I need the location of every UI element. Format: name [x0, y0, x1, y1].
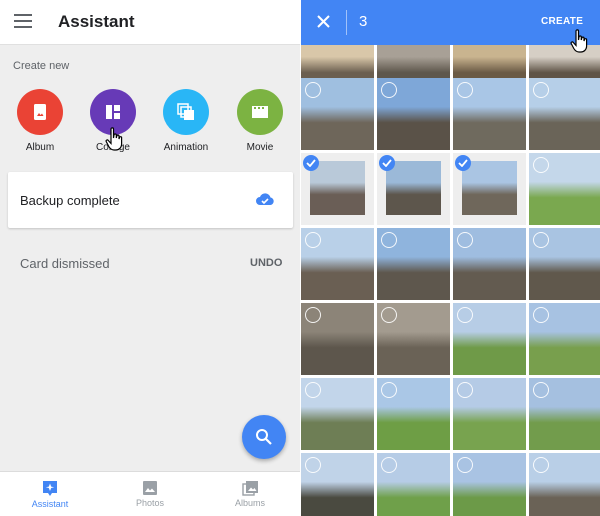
unchecked-circle-icon[interactable] — [533, 82, 549, 98]
unchecked-circle-icon[interactable] — [457, 307, 473, 323]
unchecked-circle-icon[interactable] — [305, 457, 321, 473]
unchecked-circle-icon[interactable] — [381, 232, 397, 248]
album-icon — [17, 89, 63, 135]
assistant-icon — [43, 481, 57, 496]
photo-thumbnail[interactable] — [301, 153, 374, 225]
photo-image — [310, 161, 365, 215]
unchecked-circle-icon[interactable] — [381, 457, 397, 473]
photo-thumbnail[interactable] — [377, 378, 450, 450]
photo-thumbnail[interactable] — [453, 228, 526, 300]
unchecked-circle-icon[interactable] — [533, 157, 549, 173]
nav-albums-label: Albums — [234, 498, 265, 508]
photo-thumbnail[interactable] — [529, 378, 600, 450]
checked-circle-icon[interactable] — [455, 155, 471, 171]
unchecked-circle-icon[interactable] — [381, 307, 397, 323]
cloud-done-icon — [256, 193, 274, 205]
photos-icon — [143, 481, 157, 495]
photo-thumbnail[interactable] — [301, 78, 374, 150]
photo-thumbnail[interactable] — [529, 453, 600, 516]
backup-card[interactable]: Backup complete — [8, 172, 293, 228]
photo-thumbnail[interactable] — [529, 303, 600, 375]
unchecked-circle-icon[interactable] — [305, 82, 321, 98]
unchecked-circle-icon[interactable] — [305, 307, 321, 323]
create-new-label: Create new — [13, 60, 70, 72]
unchecked-circle-icon[interactable] — [305, 232, 321, 248]
unchecked-circle-icon[interactable] — [533, 307, 549, 323]
photo-image — [462, 161, 517, 215]
unchecked-circle-icon[interactable] — [457, 382, 473, 398]
unchecked-circle-icon[interactable] — [533, 457, 549, 473]
menu-icon[interactable] — [14, 14, 32, 28]
unchecked-circle-icon[interactable] — [533, 232, 549, 248]
photo-thumbnail[interactable] — [377, 453, 450, 516]
create-album-button[interactable]: Album — [10, 89, 70, 153]
unchecked-circle-icon[interactable] — [381, 382, 397, 398]
page-title: Assistant — [58, 12, 135, 31]
create-animation-label: Animation — [163, 142, 209, 153]
create-movie-label: Movie — [246, 142, 274, 153]
photo-thumbnail[interactable] — [453, 378, 526, 450]
photo-thumbnail[interactable] — [377, 153, 450, 225]
assistant-panel: Assistant Create new Album Collage Anima… — [0, 0, 300, 516]
create-collage-label: Collage — [96, 142, 130, 153]
unchecked-circle-icon[interactable] — [381, 82, 397, 98]
collage-icon — [90, 89, 136, 135]
search-button[interactable] — [242, 415, 286, 459]
selected-count: 3 — [359, 13, 368, 30]
undo-button[interactable]: UNDO — [250, 257, 282, 269]
photo-thumbnail[interactable] — [377, 228, 450, 300]
create-collage-button[interactable]: Collage — [83, 89, 143, 153]
photo-thumbnail[interactable] — [529, 78, 600, 150]
photo-thumbnail[interactable] — [529, 153, 600, 225]
close-icon[interactable] — [317, 15, 330, 28]
photo-thumbnail[interactable] — [301, 453, 374, 516]
unchecked-circle-icon[interactable] — [457, 82, 473, 98]
photo-thumbnail[interactable] — [453, 78, 526, 150]
app-bar: Assistant — [0, 0, 300, 45]
selection-bar: 3 CREATE — [301, 0, 600, 45]
checked-circle-icon[interactable] — [379, 155, 395, 171]
unchecked-circle-icon[interactable] — [457, 232, 473, 248]
unchecked-circle-icon[interactable] — [457, 457, 473, 473]
selection-divider — [346, 10, 347, 35]
photo-image — [386, 161, 441, 215]
photo-thumbnail[interactable] — [377, 303, 450, 375]
unchecked-circle-icon[interactable] — [305, 382, 321, 398]
create-button[interactable]: CREATE — [541, 16, 583, 27]
checked-circle-icon[interactable] — [303, 155, 319, 171]
create-animation-button[interactable]: Animation — [156, 89, 216, 153]
photo-thumbnail[interactable] — [377, 78, 450, 150]
nav-photos[interactable]: Photos — [100, 472, 200, 516]
nav-assistant[interactable]: Assistant — [0, 472, 100, 516]
photo-thumbnail[interactable] — [529, 228, 600, 300]
card-dismissed-text: Card dismissed — [20, 256, 110, 271]
photo-picker-panel: 3 CREATE — [301, 0, 600, 516]
albums-icon — [241, 481, 258, 496]
photo-thumbnail[interactable] — [453, 303, 526, 375]
photo-thumbnail[interactable] — [301, 303, 374, 375]
nav-albums[interactable]: Albums — [200, 472, 300, 516]
nav-assistant-label: Assistant — [31, 499, 69, 509]
search-icon — [256, 429, 272, 445]
photo-thumbnail[interactable] — [301, 378, 374, 450]
photo-thumbnail[interactable] — [453, 153, 526, 225]
photo-thumbnail[interactable] — [453, 453, 526, 516]
unchecked-circle-icon[interactable] — [533, 382, 549, 398]
bottom-navigation: Assistant Photos Albums — [0, 471, 300, 516]
nav-photos-label: Photos — [135, 498, 165, 508]
create-movie-button[interactable]: Movie — [230, 89, 290, 153]
backup-status-text: Backup complete — [20, 193, 120, 208]
photo-thumbnail[interactable] — [301, 228, 374, 300]
create-album-label: Album — [25, 142, 55, 153]
movie-icon — [237, 89, 283, 135]
animation-icon — [163, 89, 209, 135]
